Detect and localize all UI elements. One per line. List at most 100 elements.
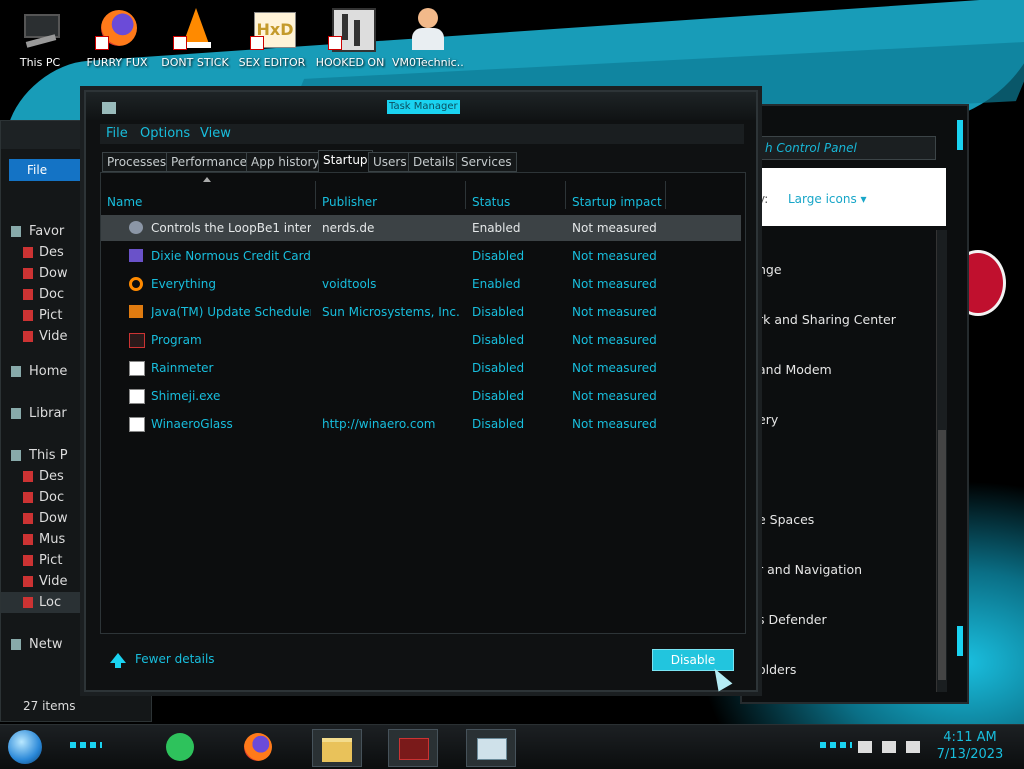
maze-icon <box>328 6 376 52</box>
tab-app-history[interactable]: App history <box>246 152 325 172</box>
window-title: Task Manager <box>387 100 460 114</box>
shortcut-arrow-icon <box>328 36 342 50</box>
control-panel-item[interactable]: nge <box>758 262 782 277</box>
taskbar-app-file-explorer[interactable] <box>312 729 362 767</box>
program-icon <box>129 333 145 348</box>
taskbar-accent <box>70 742 102 748</box>
desktop-icon-dont-stick[interactable]: DONT STICK <box>159 6 231 69</box>
network-icon <box>11 639 21 650</box>
control-panel-window[interactable]: h Control Panel y: Large icons ▾ nge rk … <box>740 104 969 704</box>
desktop-icon-furry-fux[interactable]: FURRY FUX <box>81 6 153 69</box>
window-icon <box>129 389 145 404</box>
magnifier-icon <box>129 277 143 291</box>
tab-services[interactable]: Services <box>456 152 517 172</box>
table-row[interactable]: Everything voidtools Enabled Not measure… <box>101 271 741 297</box>
shortcut-arrow-icon <box>95 36 109 50</box>
control-panel-search-input[interactable]: h Control Panel <box>756 136 936 160</box>
desktop-icon-hooked-on[interactable]: HOOKED ON <box>314 6 386 69</box>
column-separator <box>465 181 466 209</box>
folder-icon <box>23 576 33 587</box>
control-panel-item[interactable]: rk and Sharing Center <box>758 312 896 327</box>
tab-processes[interactable]: Processes <box>102 152 172 172</box>
vertical-scrollbar[interactable] <box>936 230 947 692</box>
system-clock[interactable]: 4:11 AM 7/13/2023 <box>930 729 1010 763</box>
task-manager-icon <box>477 738 507 760</box>
column-header-publisher[interactable]: Publisher <box>322 195 377 209</box>
taskbar-app-hammer[interactable] <box>388 729 438 767</box>
doctor-icon <box>406 6 450 50</box>
window-icon <box>129 361 145 376</box>
desktop-icon-this-pc[interactable]: This PC <box>4 6 76 69</box>
green-notes-icon <box>166 733 194 761</box>
frame-accent <box>957 626 963 656</box>
drive-icon <box>23 597 33 608</box>
task-manager-footer: Fewer details Disable <box>100 637 744 692</box>
frame-accent <box>957 120 963 150</box>
folder-icon <box>23 247 33 258</box>
table-row[interactable]: Rainmeter Disabled Not measured <box>101 355 741 381</box>
column-separator <box>565 181 566 209</box>
menu-options[interactable]: Options <box>140 126 190 141</box>
flag-icon[interactable] <box>858 741 872 753</box>
firefox-icon <box>95 6 139 50</box>
menu-file[interactable]: File <box>106 126 128 141</box>
menu-view[interactable]: View <box>200 126 231 141</box>
home-icon <box>11 366 21 377</box>
volume-icon[interactable] <box>906 741 920 753</box>
computer-icon <box>11 450 21 461</box>
control-panel-item[interactable]: olders <box>758 662 796 677</box>
shortcut-arrow-icon <box>250 36 264 50</box>
network-icon[interactable] <box>882 741 896 753</box>
file-tab[interactable]: File <box>9 159 83 181</box>
table-row[interactable]: Controls the LoopBe1 intern... nerds.de … <box>101 215 741 241</box>
computer-icon <box>18 6 62 50</box>
folder-icon <box>23 268 33 279</box>
taskbar-app-task-manager[interactable] <box>466 729 516 767</box>
start-button[interactable] <box>8 730 42 764</box>
column-separator <box>665 181 666 209</box>
tab-strip: Processes Performance App history Startu… <box>100 150 744 172</box>
task-manager-window[interactable]: Task Manager File Options View Processes… <box>84 90 758 692</box>
control-panel-item[interactable]: s Defender <box>758 612 827 627</box>
file-explorer-icon <box>322 738 352 762</box>
table-row[interactable]: WinaeroGlass http://winaero.com Disabled… <box>101 411 741 437</box>
fewer-details-link[interactable]: Fewer details <box>135 652 215 666</box>
hxd-icon: HxD <box>250 6 296 50</box>
tab-startup[interactable]: Startup <box>318 150 373 172</box>
desktop-icon-vm0technic[interactable]: VM0Technic... <box>392 6 464 69</box>
tab-users[interactable]: Users <box>368 152 412 172</box>
firefox-icon <box>244 733 272 761</box>
menu-bar: File Options View <box>100 124 744 144</box>
control-panel-item[interactable]: r and Navigation <box>758 562 862 577</box>
folder-icon <box>23 289 33 300</box>
folder-icon <box>23 331 33 342</box>
tab-performance[interactable]: Performance <box>166 152 253 172</box>
control-panel-item[interactable]: ery <box>758 412 778 427</box>
control-panel-item[interactable]: e Spaces <box>758 512 814 527</box>
column-header-startup-impact[interactable]: Startup impact <box>572 195 662 209</box>
window-icon <box>129 417 145 432</box>
control-panel-item[interactable]: and Modem <box>758 362 832 377</box>
scrollbar-thumb[interactable] <box>938 430 946 680</box>
arrow-up-icon <box>115 662 121 668</box>
column-header-status[interactable]: Status <box>472 195 510 209</box>
title-bar[interactable]: Task Manager <box>86 92 756 120</box>
folder-icon <box>23 513 33 524</box>
column-header-name[interactable]: Name <box>107 195 142 209</box>
table-row[interactable]: Java(TM) Update Scheduler Sun Microsyste… <box>101 299 741 325</box>
desktop-icon-sex-editor[interactable]: HxD SEX EDITOR <box>236 6 308 69</box>
tab-details[interactable]: Details <box>408 152 460 172</box>
java-icon <box>129 305 143 318</box>
table-row[interactable]: Dixie Normous Credit Card S... Disabled … <box>101 243 741 269</box>
view-mode-dropdown[interactable]: Large icons ▾ <box>788 192 867 206</box>
table-row[interactable]: Shimeji.exe Disabled Not measured <box>101 383 741 409</box>
library-icon <box>11 408 21 419</box>
item-count-status: 27 items <box>23 699 76 713</box>
taskbar-app-notes[interactable] <box>156 729 204 765</box>
table-row[interactable]: Program Disabled Not measured <box>101 327 741 353</box>
startup-list-panel: Name Publisher Status Startup impact Con… <box>100 172 746 634</box>
folder-icon <box>23 492 33 503</box>
music-icon <box>23 534 33 545</box>
folder-icon <box>23 471 33 482</box>
taskbar-app-firefox[interactable] <box>234 729 282 765</box>
